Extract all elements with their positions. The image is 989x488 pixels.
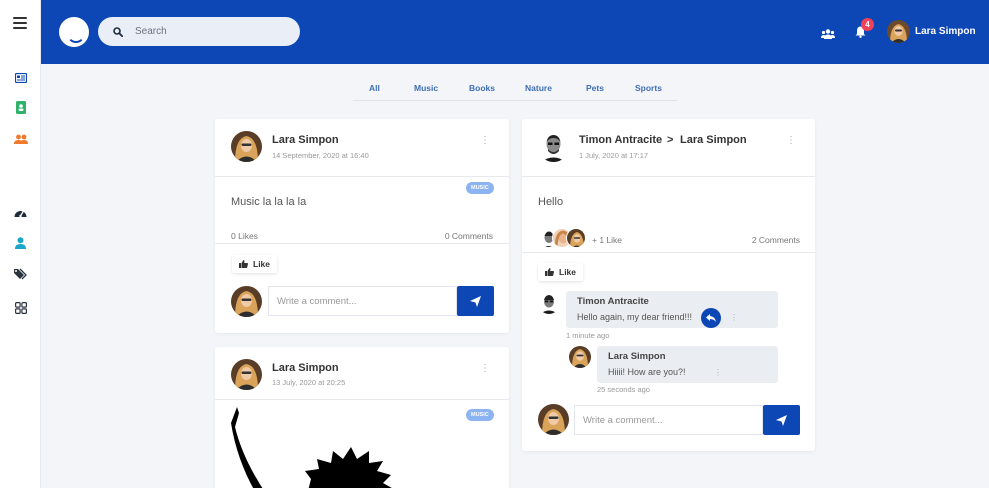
comment-time: 25 seconds ago bbox=[597, 385, 650, 394]
likes-count[interactable]: 0 Likes bbox=[231, 231, 258, 241]
more-options-icon[interactable]: ⋮ bbox=[714, 369, 722, 377]
post-date: 1 July, 2020 at 17:17 bbox=[579, 151, 649, 160]
app-logo[interactable] bbox=[59, 17, 89, 47]
tags-icon[interactable] bbox=[13, 266, 28, 281]
reply-button[interactable] bbox=[701, 308, 721, 328]
post-text: Music la la la la bbox=[231, 196, 307, 208]
search-input[interactable] bbox=[135, 26, 285, 37]
search-box[interactable] bbox=[98, 17, 300, 46]
comment-time: 1 minute ago bbox=[566, 331, 610, 340]
grid-icon[interactable] bbox=[13, 300, 28, 315]
post-image bbox=[231, 407, 392, 488]
tab-books[interactable]: Books bbox=[469, 83, 495, 93]
comment-text: Hello again, my dear friend!!! bbox=[577, 312, 693, 322]
friends-icon[interactable] bbox=[821, 26, 835, 44]
avatar[interactable] bbox=[566, 228, 586, 248]
send-button[interactable] bbox=[457, 286, 494, 316]
post-date: 14 September, 2020 at 16:40 bbox=[272, 151, 369, 160]
more-options-icon[interactable]: ⋮ bbox=[480, 364, 490, 374]
avatar[interactable] bbox=[231, 359, 262, 390]
likes-count[interactable]: + 1 Like bbox=[592, 235, 622, 245]
like-label: Like bbox=[559, 267, 577, 277]
comments-count[interactable]: 2 Comments bbox=[752, 235, 800, 245]
like-label: Like bbox=[253, 259, 271, 269]
thumbs-up-icon bbox=[545, 268, 554, 276]
avatar[interactable] bbox=[538, 404, 569, 435]
top-bar: 4 Lara Simpon bbox=[41, 0, 989, 64]
comment-input[interactable] bbox=[268, 286, 457, 316]
newspaper-icon[interactable] bbox=[13, 70, 28, 85]
category-tag[interactable]: MUSIC bbox=[466, 182, 494, 194]
reply-icon bbox=[706, 314, 716, 322]
post-date: 13 July, 2020 at 20:25 bbox=[272, 378, 346, 387]
dashboard-icon[interactable] bbox=[13, 205, 28, 220]
comment-text: Hiiii! How are you?! bbox=[608, 367, 686, 377]
user-name[interactable]: Lara Simpon bbox=[915, 26, 976, 37]
post-recipient[interactable]: Lara Simpon bbox=[680, 134, 747, 146]
tab-nature[interactable]: Nature bbox=[525, 83, 552, 93]
users-icon[interactable] bbox=[13, 131, 28, 146]
avatar[interactable] bbox=[538, 292, 560, 314]
tab-sports[interactable]: Sports bbox=[635, 83, 662, 93]
avatar[interactable] bbox=[887, 20, 910, 43]
more-options-icon[interactable]: ⋮ bbox=[786, 136, 796, 146]
comment-bubble: Timon Antracite Hello again, my dear fri… bbox=[566, 291, 778, 328]
contact-book-icon[interactable] bbox=[13, 100, 28, 115]
chevron-right-icon: > bbox=[667, 134, 674, 146]
avatar[interactable] bbox=[231, 131, 262, 162]
post-card: Lara Simpon 13 July, 2020 at 20:25 ⋮ MUS… bbox=[215, 347, 509, 488]
tab-pets[interactable]: Pets bbox=[586, 83, 604, 93]
send-icon bbox=[776, 414, 787, 426]
search-icon bbox=[113, 26, 123, 37]
notification-badge: 4 bbox=[861, 18, 874, 31]
avatar[interactable] bbox=[231, 286, 262, 317]
avatar[interactable] bbox=[538, 131, 569, 162]
send-icon bbox=[470, 295, 481, 307]
comment-bubble: Lara Simpon Hiiii! How are you?! ⋮ bbox=[597, 346, 778, 383]
post-card: Timon Antracite > Lara Simpon 1 July, 20… bbox=[522, 119, 815, 451]
send-button[interactable] bbox=[763, 405, 800, 435]
post-author[interactable]: Timon Antracite bbox=[579, 134, 662, 146]
comments-count[interactable]: 0 Comments bbox=[445, 231, 493, 241]
user-icon[interactable] bbox=[13, 235, 28, 250]
more-options-icon[interactable]: ⋮ bbox=[730, 314, 738, 322]
like-button[interactable]: Like bbox=[538, 263, 584, 281]
tab-music[interactable]: Music bbox=[414, 83, 438, 93]
thumbs-up-icon bbox=[239, 260, 248, 268]
menu-icon[interactable] bbox=[13, 17, 28, 29]
more-options-icon[interactable]: ⋮ bbox=[480, 136, 490, 146]
post-card: Lara Simpon 14 September, 2020 at 16:40 … bbox=[215, 119, 509, 333]
post-author[interactable]: Lara Simpon bbox=[272, 134, 339, 146]
comment-input[interactable] bbox=[574, 405, 763, 435]
sidebar bbox=[0, 0, 41, 488]
filter-tabs: All Music Books Nature Pets Sports bbox=[353, 76, 677, 101]
avatar[interactable] bbox=[569, 346, 591, 368]
like-button[interactable]: Like bbox=[232, 255, 278, 273]
tab-all[interactable]: All bbox=[369, 83, 380, 93]
post-author[interactable]: Lara Simpon bbox=[272, 362, 339, 374]
comment-author[interactable]: Lara Simpon bbox=[608, 351, 666, 362]
post-text: Hello bbox=[538, 196, 564, 208]
comment-author[interactable]: Timon Antracite bbox=[577, 296, 649, 307]
